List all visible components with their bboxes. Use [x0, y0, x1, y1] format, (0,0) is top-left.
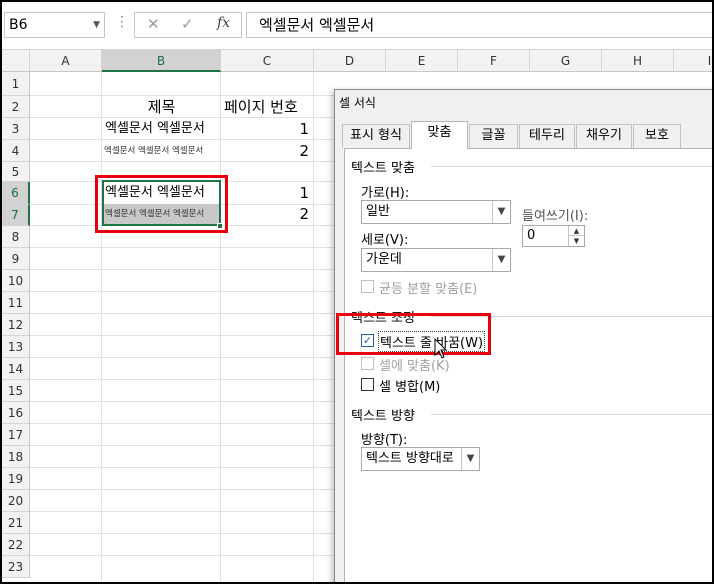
- horizontal-value: 일반: [366, 204, 390, 219]
- section-divider: [431, 166, 712, 167]
- app-window: B6 ▼ ⋮ ✕ ✓ fx 엑셀문서 엑셀문서 A B C D E F G H …: [0, 0, 714, 584]
- column-header-c[interactable]: C: [221, 50, 314, 72]
- section-text-direction: 텍스트 방향: [351, 409, 415, 424]
- column-header-h[interactable]: H: [602, 50, 674, 72]
- tab-fill[interactable]: 채우기: [576, 124, 632, 148]
- more-icon: ⋮: [115, 14, 129, 30]
- select-all-corner[interactable]: [2, 50, 30, 72]
- section-divider: [431, 414, 712, 415]
- row-header[interactable]: 11: [2, 292, 30, 314]
- row-header[interactable]: 22: [2, 534, 30, 556]
- row-header[interactable]: 3: [2, 118, 30, 140]
- column-header-i[interactable]: I: [674, 50, 712, 72]
- column-header-g[interactable]: G: [530, 50, 602, 72]
- cell-c7[interactable]: 2: [221, 204, 309, 225]
- chevron-down-icon[interactable]: ▼: [93, 13, 100, 37]
- column-header-b[interactable]: B: [102, 50, 221, 72]
- mouse-cursor-icon: [434, 338, 448, 359]
- cell-b2[interactable]: 제목: [102, 96, 221, 118]
- row-header[interactable]: 7: [2, 205, 30, 226]
- merge-cells-label: 셀 병합(M): [379, 380, 441, 395]
- cell-b4[interactable]: 엑셀문서 엑셀문서 엑셀문서: [102, 140, 221, 162]
- chevron-down-icon[interactable]: ▼: [492, 249, 510, 271]
- tab-protection[interactable]: 보호: [633, 124, 681, 148]
- indent-label: 들여쓰기(I):: [522, 209, 589, 224]
- tab-number[interactable]: 표시 형식: [342, 124, 410, 148]
- cell-c6[interactable]: 1: [221, 182, 309, 204]
- horizontal-label: 가로(H):: [361, 186, 410, 201]
- formula-input[interactable]: 엑셀문서 엑셀문서: [246, 12, 712, 38]
- formula-bar: B6 ▼ ⋮ ✕ ✓ fx 엑셀문서 엑셀문서: [2, 2, 712, 50]
- direction-select[interactable]: 텍스트 방향대로 ▼: [361, 447, 480, 471]
- alignment-panel: 텍스트 맞춤 가로(H): 일반 ▼ 들여쓰기(I): 0 ▲ ▼ 세로(V):…: [344, 148, 712, 582]
- dialog-title: 셀 서식: [339, 96, 376, 110]
- row-header[interactable]: 18: [2, 446, 30, 468]
- spin-down-icon[interactable]: ▼: [568, 236, 584, 246]
- horizontal-select[interactable]: 일반 ▼: [361, 200, 511, 224]
- tab-font[interactable]: 글꼴: [469, 124, 518, 148]
- column-header-d[interactable]: D: [314, 50, 386, 72]
- name-box[interactable]: B6 ▼: [4, 12, 105, 38]
- highlight-box: [95, 175, 228, 233]
- chevron-down-icon[interactable]: ▼: [492, 201, 510, 223]
- row-header[interactable]: 9: [2, 248, 30, 270]
- chevron-down-icon[interactable]: ▼: [461, 448, 479, 470]
- direction-label: 방향(T):: [361, 433, 408, 448]
- cell-c3[interactable]: 1: [221, 118, 309, 140]
- row-header[interactable]: 15: [2, 380, 30, 402]
- vertical-value: 가운데: [366, 252, 402, 267]
- justify-distributed-checkbox[interactable]: [361, 280, 374, 293]
- row-header[interactable]: 23: [2, 556, 30, 578]
- indent-value: 0: [527, 228, 536, 243]
- row-header[interactable]: 12: [2, 314, 30, 336]
- cell-c2[interactable]: 페이지 번호: [221, 96, 314, 118]
- justify-distributed-label: 균등 분할 맞춤(E): [379, 282, 478, 297]
- enter-icon[interactable]: ✓: [181, 15, 194, 33]
- merge-cells-checkbox[interactable]: [361, 378, 374, 391]
- row-header[interactable]: 21: [2, 512, 30, 534]
- direction-value: 텍스트 방향대로: [366, 451, 454, 466]
- row-header[interactable]: 13: [2, 336, 30, 358]
- name-box-value: B6: [9, 17, 28, 33]
- column-header-a[interactable]: A: [30, 50, 102, 72]
- row-header[interactable]: 19: [2, 468, 30, 490]
- tab-border[interactable]: 테두리: [519, 124, 575, 148]
- row-header[interactable]: 6: [2, 182, 30, 205]
- row-header[interactable]: 2: [2, 96, 30, 118]
- highlight-box: [336, 313, 491, 355]
- row-header[interactable]: 14: [2, 358, 30, 380]
- row-header[interactable]: 10: [2, 270, 30, 292]
- row-header[interactable]: 16: [2, 402, 30, 424]
- tab-alignment[interactable]: 맞춤: [411, 121, 468, 149]
- column-header-f[interactable]: F: [458, 50, 530, 72]
- vertical-select[interactable]: 가운데 ▼: [361, 248, 511, 272]
- row-header[interactable]: 8: [2, 226, 30, 248]
- cancel-icon[interactable]: ✕: [147, 15, 160, 33]
- vertical-label: 세로(V):: [361, 233, 409, 248]
- spin-up-icon[interactable]: ▲: [568, 226, 584, 236]
- cell-b3[interactable]: 엑셀문서 엑셀문서: [102, 118, 221, 140]
- row-header[interactable]: 1: [2, 72, 30, 96]
- formula-buttons: ✕ ✓ fx: [134, 12, 242, 38]
- insert-function-icon[interactable]: fx: [217, 15, 230, 31]
- row-header[interactable]: 20: [2, 490, 30, 512]
- cell-c4[interactable]: 2: [221, 140, 309, 162]
- section-text-alignment: 텍스트 맞춤: [351, 161, 415, 176]
- gridline: [313, 72, 314, 582]
- row-header[interactable]: 17: [2, 424, 30, 446]
- shrink-to-fit-checkbox[interactable]: [361, 357, 374, 370]
- row-header[interactable]: 5: [2, 162, 30, 182]
- indent-spinner[interactable]: 0 ▲ ▼: [522, 225, 585, 247]
- row-header[interactable]: 4: [2, 140, 30, 162]
- column-header-e[interactable]: E: [386, 50, 458, 72]
